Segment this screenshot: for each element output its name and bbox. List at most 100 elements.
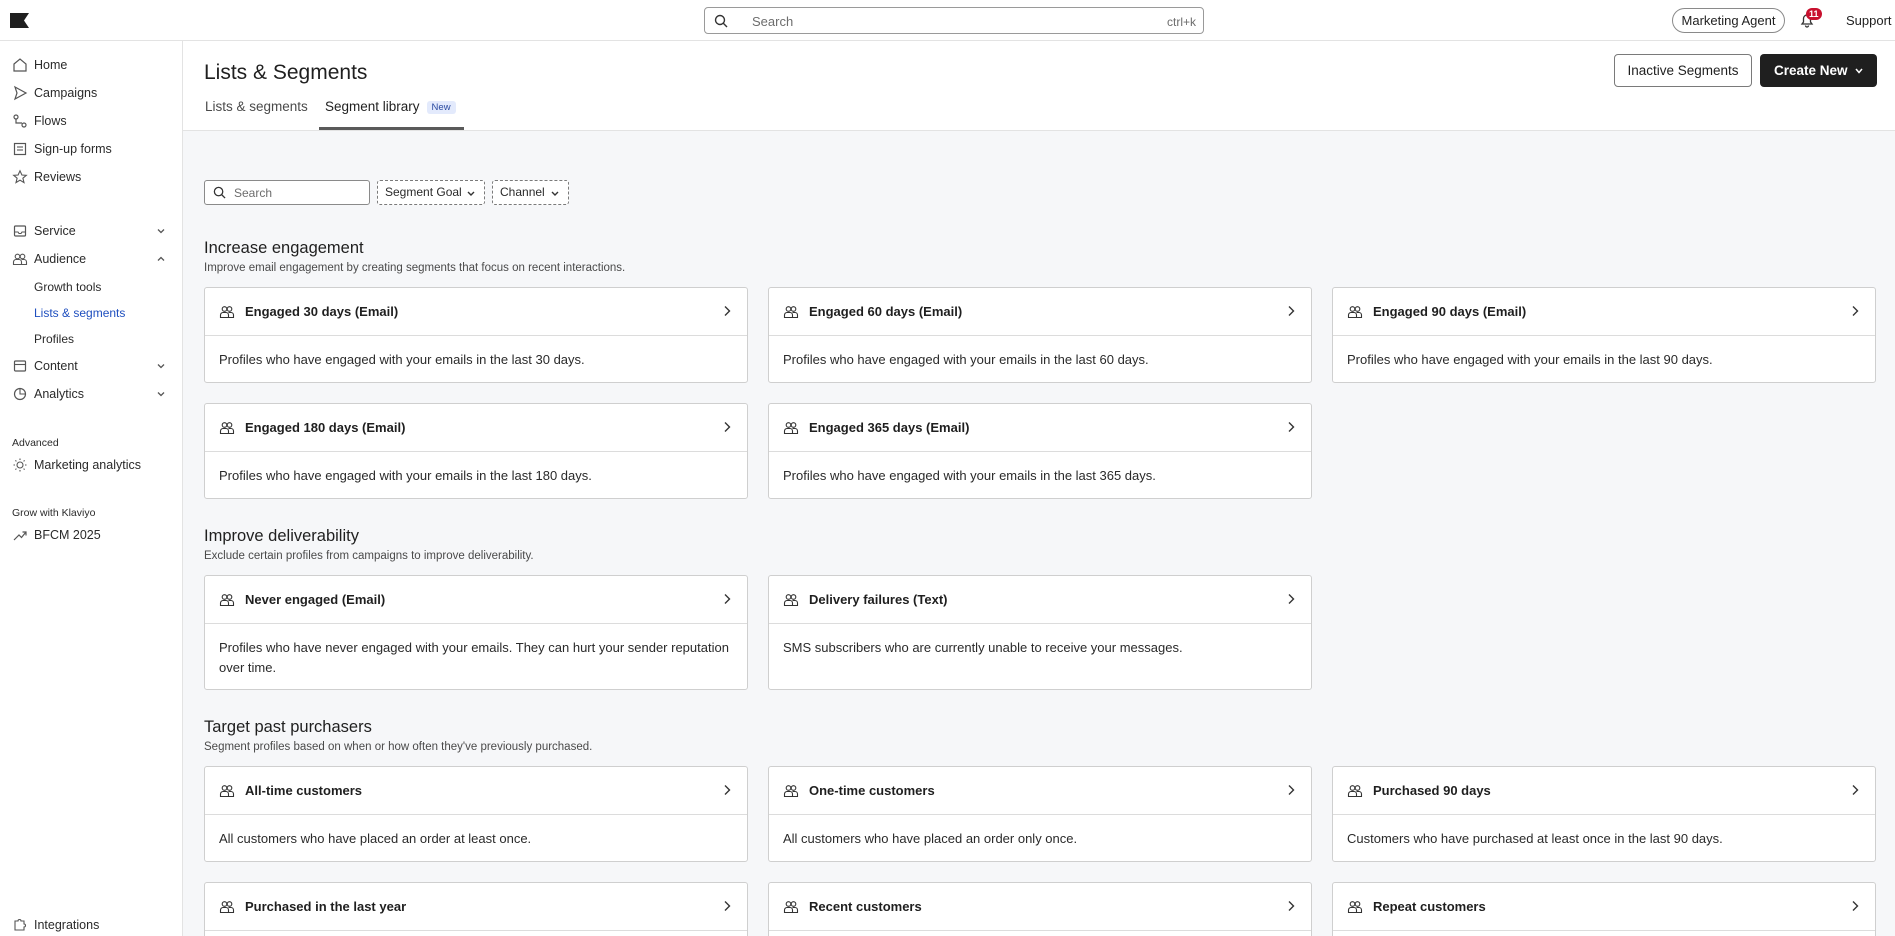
sidebar-subitem-lists-segments[interactable]: Lists & segments bbox=[34, 306, 125, 320]
card-description: Profiles who have engaged with your emai… bbox=[783, 352, 1149, 367]
sidebar-item-label: Integrations bbox=[34, 918, 100, 932]
top-bar: Search ctrl+k Marketing Agent 11 Support bbox=[0, 0, 1895, 41]
chevron-right-icon bbox=[1288, 422, 1295, 432]
sidebar-item-reviews[interactable]: Reviews bbox=[12, 167, 172, 187]
chevron-right-icon bbox=[724, 306, 731, 316]
tab-lists-segments[interactable]: Lists & segments bbox=[205, 99, 308, 114]
sidebar-item-label: Marketing analytics bbox=[34, 458, 141, 472]
search-placeholder: Search bbox=[234, 186, 273, 200]
folder-icon bbox=[13, 360, 27, 372]
sidebar-item-content[interactable]: Content bbox=[12, 356, 172, 376]
segment-search-input[interactable]: Search bbox=[204, 180, 370, 205]
advanced-label: Advanced bbox=[12, 437, 59, 449]
sidebar-item-signup-forms[interactable]: Sign-up forms bbox=[12, 139, 172, 159]
segment-card[interactable]: Engaged 30 days (Email) Profiles who have… bbox=[204, 287, 748, 383]
search-icon bbox=[213, 186, 226, 199]
users-icon bbox=[219, 901, 235, 914]
sidebar: Home Campaigns Flows Sign-up forms Revie… bbox=[0, 41, 183, 936]
chevron-down-icon bbox=[467, 191, 475, 196]
section-title: Target past purchasers bbox=[204, 718, 372, 736]
klaviyo-logo-icon[interactable] bbox=[10, 13, 29, 28]
users-icon bbox=[1347, 306, 1363, 319]
card-description bbox=[769, 931, 1311, 936]
segment-card[interactable]: Engaged 180 days (Email) Profiles who hav… bbox=[204, 403, 748, 499]
segment-card[interactable]: Never engaged (Email) Profiles who have n… bbox=[204, 575, 748, 690]
users-icon bbox=[783, 594, 799, 607]
users-icon bbox=[783, 785, 799, 798]
users-icon bbox=[1347, 901, 1363, 914]
new-badge: New bbox=[426, 101, 456, 114]
sidebar-item-label: Home bbox=[34, 58, 68, 72]
create-new-label: Create New bbox=[1774, 63, 1848, 78]
sidebar-item-label: BFCM 2025 bbox=[34, 528, 101, 542]
sidebar-item-bfcm[interactable]: BFCM 2025 bbox=[12, 525, 172, 545]
segment-card[interactable]: All-time customers All customers who have… bbox=[204, 766, 748, 862]
inactive-segments-button[interactable]: Inactive Segments bbox=[1614, 54, 1752, 87]
segment-card[interactable]: Purchased in the last year bbox=[204, 882, 748, 936]
segment-card[interactable]: Engaged 90 days (Email) Profiles who have… bbox=[1332, 287, 1876, 383]
chevron-down-icon bbox=[157, 392, 165, 397]
sidebar-item-analytics[interactable]: Analytics bbox=[12, 384, 172, 404]
card-title: All-time customers bbox=[245, 783, 363, 798]
card-header: Engaged 180 days (Email) bbox=[205, 404, 747, 452]
sidebar-item-service[interactable]: Service bbox=[12, 221, 172, 241]
tab-segment-library[interactable]: Segment library New bbox=[325, 99, 456, 114]
section-description: Exclude certain profiles from campaigns … bbox=[204, 550, 534, 562]
chevron-right-icon bbox=[724, 422, 731, 432]
segment-card[interactable]: Delivery failures (Text) SMS subscribers … bbox=[768, 575, 1312, 690]
create-new-button[interactable]: Create New bbox=[1760, 54, 1877, 87]
grow-label: Grow with Klaviyo bbox=[12, 507, 96, 519]
search-shortcut: ctrl+k bbox=[1166, 15, 1196, 29]
sidebar-item-integrations[interactable]: Integrations bbox=[12, 915, 172, 935]
sidebar-item-audience[interactable]: Audience bbox=[12, 249, 172, 269]
sidebar-item-marketing-analytics[interactable]: Marketing analytics bbox=[12, 455, 172, 475]
page-header: Lists & Segments Lists & segments Segmen… bbox=[183, 41, 1895, 131]
sidebar-subitem-growth-tools[interactable]: Growth tools bbox=[34, 280, 101, 294]
marketing-agent-button[interactable]: Marketing Agent bbox=[1672, 8, 1785, 33]
lightbulb-icon bbox=[13, 458, 27, 472]
segment-card[interactable]: Purchased 90 days Customers who have purc… bbox=[1332, 766, 1876, 862]
card-description: SMS subscribers who are currently unable… bbox=[783, 640, 1183, 655]
card-header: Purchased 90 days bbox=[1333, 767, 1875, 815]
users-icon bbox=[219, 422, 235, 435]
card-title: Engaged 180 days (Email) bbox=[245, 420, 406, 435]
sidebar-item-label: Reviews bbox=[34, 170, 82, 184]
sidebar-item-campaigns[interactable]: Campaigns bbox=[12, 83, 172, 103]
segment-card[interactable]: Engaged 60 days (Email) Profiles who have… bbox=[768, 287, 1312, 383]
card-title: Delivery failures (Text) bbox=[809, 592, 948, 607]
card-description: Profiles who have engaged with your emai… bbox=[219, 468, 592, 483]
channel-dropdown[interactable]: Channel bbox=[492, 180, 569, 205]
global-search-input[interactable]: Search ctrl+k bbox=[704, 7, 1204, 34]
sidebar-item-home[interactable]: Home bbox=[12, 55, 172, 75]
home-icon bbox=[13, 58, 27, 72]
chevron-right-icon bbox=[1288, 785, 1295, 795]
card-title: Engaged 30 days (Email) bbox=[245, 304, 399, 319]
card-header: Purchased in the last year bbox=[205, 883, 747, 931]
sidebar-item-label: Audience bbox=[34, 252, 87, 266]
users-icon bbox=[219, 594, 235, 607]
puzzle-icon bbox=[14, 919, 26, 931]
segment-card[interactable]: Recent customers bbox=[768, 882, 1312, 936]
segment-card[interactable]: Repeat customers bbox=[1332, 882, 1876, 936]
card-header: Never engaged (Email) bbox=[205, 576, 747, 624]
users-icon bbox=[783, 422, 799, 435]
card-description: Profiles who have engaged with your emai… bbox=[783, 468, 1156, 483]
card-header: All-time customers bbox=[205, 767, 747, 815]
sidebar-item-flows[interactable]: Flows bbox=[12, 111, 172, 131]
sidebar-item-label: Sign-up forms bbox=[34, 142, 112, 156]
segment-card[interactable]: Engaged 365 days (Email) Profiles who hav… bbox=[768, 403, 1312, 499]
support-link[interactable]: Support bbox=[1846, 13, 1892, 28]
sidebar-subitem-profiles[interactable]: Profiles bbox=[34, 332, 74, 346]
users-icon bbox=[783, 901, 799, 914]
form-icon bbox=[13, 142, 27, 156]
card-description: Profiles who have engaged with your emai… bbox=[1347, 352, 1713, 367]
segment-goal-dropdown[interactable]: Segment Goal bbox=[377, 180, 485, 205]
chevron-up-icon bbox=[157, 256, 165, 261]
chevron-right-icon bbox=[1288, 306, 1295, 316]
card-header: Engaged 365 days (Email) bbox=[769, 404, 1311, 452]
users-icon bbox=[783, 306, 799, 319]
card-description bbox=[205, 931, 747, 936]
users-icon bbox=[219, 306, 235, 319]
segment-card[interactable]: One-time customers All customers who have… bbox=[768, 766, 1312, 862]
chevron-right-icon bbox=[1852, 306, 1859, 316]
